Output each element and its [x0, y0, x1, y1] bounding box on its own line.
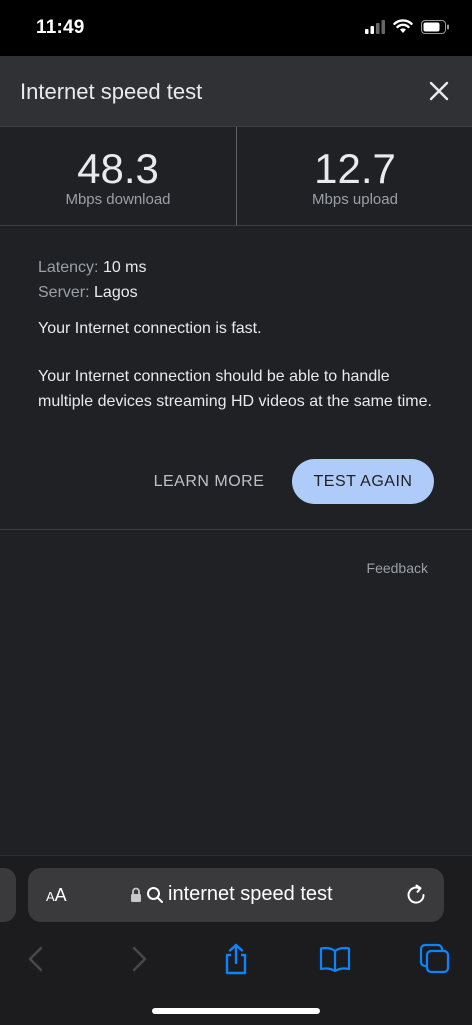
server-label: Server:	[38, 284, 90, 301]
speed-description: Your Internet connection should be able …	[38, 368, 432, 410]
latency-row: Latency: 10 ms	[38, 255, 438, 280]
divider	[0, 529, 472, 530]
status-bar: 11:49	[0, 0, 472, 56]
download-unit: Mbps download	[65, 191, 171, 208]
upload-result: 12.7 Mbps upload	[237, 127, 472, 225]
back-icon[interactable]	[20, 942, 54, 976]
feedback-link[interactable]: Feedback	[367, 560, 428, 576]
address-bar[interactable]: AA internet speed test	[28, 868, 444, 922]
url-text: internet speed test	[168, 883, 333, 905]
connection-details: Latency: 10 ms Server: Lagos	[38, 255, 438, 305]
server-row: Server: Lagos	[38, 280, 438, 305]
browser-bottom-bar: AA internet speed test	[0, 855, 472, 1025]
aa-large-letter: A	[54, 885, 67, 905]
status-time: 11:49	[36, 17, 85, 38]
close-icon[interactable]	[424, 76, 454, 106]
share-icon[interactable]	[219, 942, 253, 976]
speed-test-header: Internet speed test	[0, 56, 472, 127]
tabs-icon[interactable]	[418, 942, 452, 976]
speed-results: 48.3 Mbps download 12.7 Mbps upload	[0, 127, 472, 226]
aa-small-letter: A	[46, 889, 55, 904]
upload-value: 12.7	[314, 145, 396, 192]
server-value: Lagos	[94, 284, 138, 301]
test-again-button[interactable]: TEST AGAIN	[292, 459, 434, 504]
speed-summary: Your Internet connection is fast.	[38, 320, 262, 337]
learn-more-button[interactable]: LEARN MORE	[143, 460, 275, 504]
reload-icon[interactable]	[404, 883, 428, 907]
forward-icon[interactable]	[121, 942, 155, 976]
search-icon	[147, 886, 163, 903]
reader-options-button[interactable]: AA	[46, 885, 67, 906]
cellular-signal-icon	[365, 19, 385, 34]
latency-label: Latency:	[38, 259, 99, 276]
url-display[interactable]: internet speed test	[130, 883, 333, 906]
previous-tab-card[interactable]	[0, 868, 16, 922]
download-value: 48.3	[77, 145, 159, 192]
wifi-icon	[393, 19, 413, 33]
home-indicator	[152, 1008, 320, 1014]
page-title: Internet speed test	[20, 79, 203, 104]
download-result: 48.3 Mbps download	[0, 127, 237, 225]
bookmarks-icon[interactable]	[318, 942, 352, 976]
latency-value: 10 ms	[102, 259, 147, 276]
upload-unit: Mbps upload	[312, 191, 398, 208]
status-icons	[365, 19, 450, 34]
lock-icon	[131, 887, 141, 902]
battery-icon	[421, 19, 449, 34]
